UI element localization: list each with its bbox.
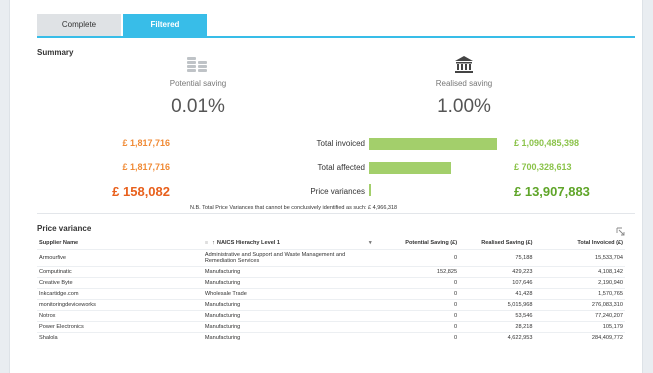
column-header-supplier[interactable]: Supplier Name bbox=[37, 237, 203, 250]
realised-cell: 5,015,968 bbox=[459, 299, 535, 311]
invoiced-cell: 1,570,765 bbox=[534, 288, 625, 300]
table-header-row: Supplier Name ≡ ↑ NAICS Hierachy Level 1 ▾ … bbox=[37, 237, 625, 250]
table-row[interactable]: Computinatic Manufacturing 152,825 429,2… bbox=[37, 266, 625, 278]
potential-cell: 0 bbox=[373, 332, 460, 344]
summary-title: Summary bbox=[37, 48, 74, 57]
naics-cell: Administrative and Support and Waste Man… bbox=[202, 249, 374, 267]
potential-saving-label: Potential saving bbox=[169, 79, 227, 88]
invoiced-cell: 2,190,940 bbox=[534, 277, 625, 289]
total-affected-bar bbox=[369, 162, 451, 174]
supplier-cell: Shalola bbox=[37, 332, 203, 344]
supplier-cell: Armourfive bbox=[37, 249, 203, 267]
total-invoiced-bar bbox=[369, 138, 497, 150]
invoiced-cell: 77,240,207 bbox=[534, 310, 625, 322]
tab-bar: Complete Filtered bbox=[37, 14, 635, 38]
invoiced-left-value: £ 1,817,716 bbox=[122, 138, 170, 148]
dashboard-page: Complete Filtered Summary Potential savi… bbox=[9, 0, 643, 373]
supplier-cell: Creative Byte bbox=[37, 277, 203, 289]
sort-icon: ≡ bbox=[204, 240, 209, 246]
realised-cell: 4,622,953 bbox=[459, 332, 535, 344]
bank-icon bbox=[455, 56, 473, 73]
naics-cell: Manufacturing bbox=[202, 266, 374, 278]
naics-cell: Wholesale Trade bbox=[202, 288, 374, 300]
price-variances-bar bbox=[369, 184, 371, 196]
potential-saving-value: 0.01% bbox=[171, 96, 225, 117]
potential-cell: 152,825 bbox=[373, 266, 460, 278]
naics-cell: Manufacturing bbox=[202, 321, 374, 333]
realised-cell: 107,646 bbox=[459, 277, 535, 289]
potential-cell: 0 bbox=[373, 321, 460, 333]
realised-cell: 75,188 bbox=[459, 249, 535, 267]
table-row[interactable]: monitoringdeviceworks Manufacturing 0 5,… bbox=[37, 299, 625, 311]
realised-cell: 28,218 bbox=[459, 321, 535, 333]
potential-cell: 0 bbox=[373, 299, 460, 311]
table-row[interactable]: Power Electronics Manufacturing 0 28,218… bbox=[37, 321, 625, 333]
realised-saving-value: 1.00% bbox=[437, 96, 491, 117]
total-invoiced-value: £ 1,090,485,398 bbox=[514, 138, 580, 148]
realised-cell: 53,546 bbox=[459, 310, 535, 322]
supplier-cell: Notrox bbox=[37, 310, 203, 322]
table-row[interactable]: Creative Byte Manufacturing 0 107,646 2,… bbox=[37, 277, 625, 289]
column-header-potential[interactable]: Potential Saving (£) bbox=[374, 237, 459, 250]
realised-cell: 429,223 bbox=[459, 266, 535, 278]
column-header-invoiced[interactable]: Total Invoiced (£) bbox=[535, 237, 626, 250]
invoiced-cell: 15,533,704 bbox=[534, 249, 625, 267]
total-affected-label: Total affected bbox=[317, 163, 365, 172]
total-affected-value: £ 700,328,613 bbox=[514, 162, 572, 172]
naics-header-label: NAICS Hierachy Level 1 bbox=[216, 240, 281, 246]
divider bbox=[37, 213, 635, 214]
table-row[interactable]: Notrox Manufacturing 0 53,546 77,240,207 bbox=[37, 310, 625, 322]
potential-cell: 0 bbox=[373, 310, 460, 322]
tab-complete[interactable]: Complete bbox=[37, 14, 121, 36]
naics-cell: Manufacturing bbox=[202, 332, 374, 344]
invoiced-cell: 4,108,142 bbox=[534, 266, 625, 278]
price-variance-table: Supplier Name ≡ ↑ NAICS Hierachy Level 1 ▾ … bbox=[37, 237, 625, 344]
sort-ascending-icon: ↑ bbox=[212, 240, 215, 246]
naics-cell: Manufacturing bbox=[202, 310, 374, 322]
affected-left-value: £ 1,817,716 bbox=[122, 162, 170, 172]
price-variance-note: N.B. Total Price Variances that cannot b… bbox=[190, 205, 398, 211]
table-row[interactable]: Inkcartidge.com Wholesale Trade 0 41,428… bbox=[37, 288, 625, 300]
column-header-naics[interactable]: ≡ ↑ NAICS Hierachy Level 1 ▾ bbox=[203, 237, 374, 250]
tab-filtered[interactable]: Filtered bbox=[123, 14, 207, 36]
expand-icon[interactable] bbox=[616, 227, 626, 237]
realised-cell: 41,428 bbox=[459, 288, 535, 300]
invoiced-cell: 284,409,772 bbox=[534, 332, 625, 344]
price-variances-value: £ 13,907,883 bbox=[514, 184, 590, 199]
supplier-cell: Computinatic bbox=[37, 266, 203, 278]
potential-cell: 0 bbox=[373, 288, 460, 300]
column-header-realised[interactable]: Realised Saving (£) bbox=[459, 237, 534, 250]
table-row[interactable]: Shalola Manufacturing 0 4,622,953 284,40… bbox=[37, 332, 625, 344]
price-variances-label: Price variances bbox=[310, 187, 365, 196]
supplier-cell: Inkcartidge.com bbox=[37, 288, 203, 300]
coins-icon bbox=[187, 57, 207, 72]
naics-cell: Manufacturing bbox=[202, 277, 374, 289]
price-variance-left-value: £ 158,082 bbox=[112, 184, 170, 199]
naics-cell: Manufacturing bbox=[202, 299, 374, 311]
realised-saving-label: Realised saving bbox=[435, 79, 493, 88]
supplier-cell: monitoringdeviceworks bbox=[37, 299, 203, 311]
filter-dropdown-icon[interactable]: ▾ bbox=[369, 240, 372, 246]
total-invoiced-label: Total invoiced bbox=[316, 139, 365, 148]
invoiced-cell: 105,179 bbox=[534, 321, 625, 333]
price-variance-title: Price variance bbox=[37, 224, 92, 233]
potential-cell: 0 bbox=[373, 249, 460, 267]
supplier-cell: Power Electronics bbox=[37, 321, 203, 333]
table-row[interactable]: Armourfive Administrative and Support an… bbox=[37, 249, 625, 267]
invoiced-cell: 276,083,310 bbox=[534, 299, 625, 311]
potential-cell: 0 bbox=[373, 277, 460, 289]
